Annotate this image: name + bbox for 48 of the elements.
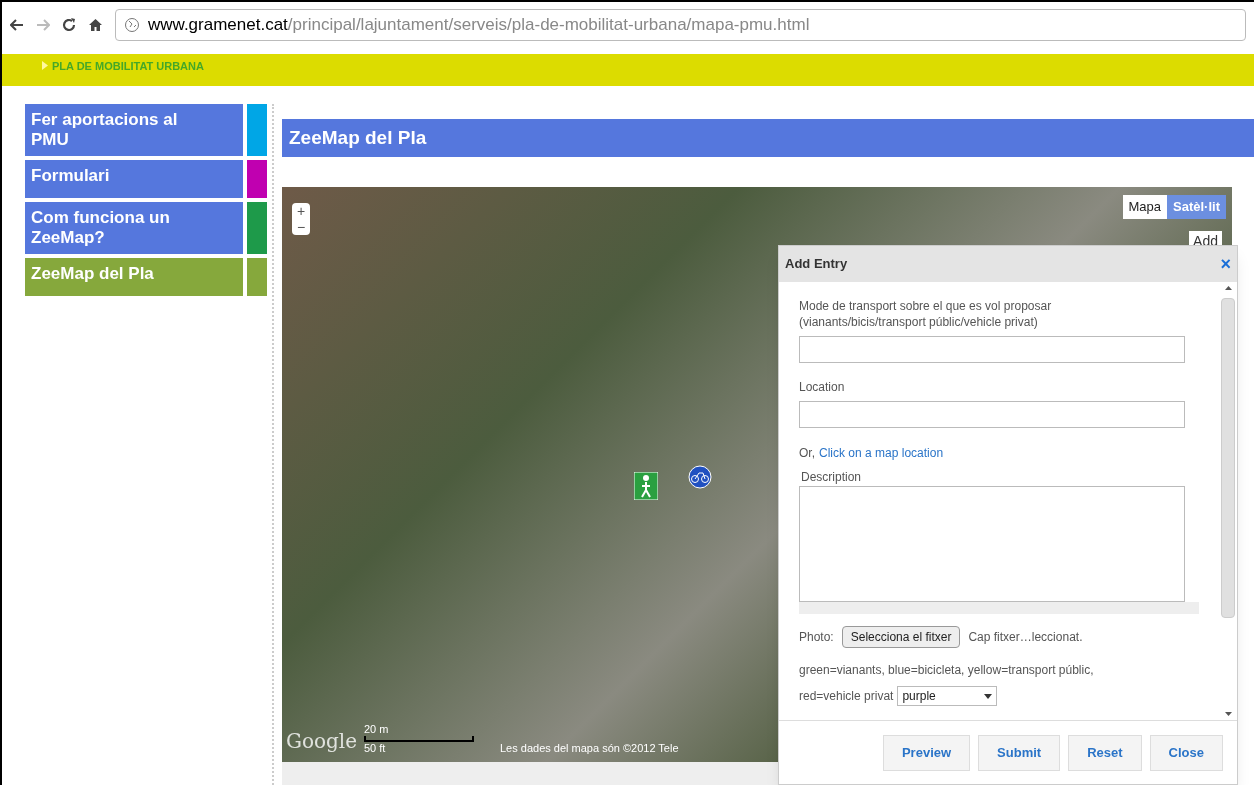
text-input[interactable]: [799, 336, 1185, 363]
file-status: Cap fitxer…leccionat.: [968, 629, 1083, 646]
description-textarea[interactable]: [799, 486, 1185, 602]
file-chooser-button[interactable]: Selecciona el fitxer: [841, 626, 961, 648]
url-text: www.gramenet.cat/principal/lajuntament/serveis/pla-de-mobilitat-urbana/mapa-pmu.html: [148, 14, 810, 37]
dialog-title: Add Entry: [785, 255, 848, 274]
pedestrian-marker-icon: [634, 472, 658, 500]
text-input[interactable]: [799, 401, 1185, 428]
triangle-icon: [42, 61, 48, 70]
sidebar-item[interactable]: Fer aportacions al PMU: [25, 104, 243, 156]
sidebar-item[interactable]: Formulari: [25, 160, 243, 198]
zoom-in-button[interactable]: +: [292, 203, 310, 219]
field-label: Mode de transport sobre el que es vol proposar (vianants/bicis/transport públic/vehicle privat): [799, 298, 1053, 330]
forward-arrow-icon[interactable]: [36, 19, 50, 31]
map-type-tab[interactable]: Satèl·lit: [1167, 195, 1226, 219]
legend-text: red=vehicle privat: [799, 688, 894, 705]
color-select[interactable]: purple: [897, 686, 998, 706]
photo-label: Photo:: [799, 629, 834, 646]
sidebar-item[interactable]: Com funciona un ZeeMap?: [25, 202, 243, 254]
scrollbar-thumb[interactable]: [1221, 298, 1235, 618]
field-label: Location: [799, 379, 846, 395]
scroll-up-icon[interactable]: [1224, 286, 1232, 290]
map-attribution: Les dades del mapa són ©2012 Tele: [500, 740, 679, 756]
bicycle-marker-icon: [688, 465, 712, 489]
dialog-button[interactable]: Preview: [882, 734, 971, 771]
address-bar[interactable]: www.gramenet.cat/principal/lajuntament/serveis/pla-de-mobilitat-urbana/mapa-pmu.html: [115, 9, 1246, 41]
sidebar-item[interactable]: ZeeMap del Pla: [25, 258, 243, 296]
back-arrow-icon[interactable]: [10, 19, 24, 31]
caret-icon: [984, 693, 993, 699]
close-button[interactable]: ×: [1220, 255, 1231, 273]
map-location-link[interactable]: Click on a map location: [819, 444, 944, 462]
resize-handle[interactable]: [799, 602, 1199, 614]
zoom-out-button[interactable]: −: [292, 219, 310, 235]
scale-label: 50 ft: [364, 742, 387, 756]
dialog-button[interactable]: Submit: [978, 734, 1061, 771]
section-title: ZeeMap del Pla: [282, 119, 1254, 157]
reload-icon[interactable]: [62, 18, 76, 32]
dialog-button[interactable]: Close: [1149, 734, 1223, 771]
or-label: Or,: [799, 445, 815, 462]
field-label: Description: [800, 469, 863, 486]
map-logo: Google: [286, 728, 358, 755]
globe-icon: [124, 17, 140, 33]
dialog-button[interactable]: Reset: [1068, 734, 1142, 771]
home-icon[interactable]: [88, 18, 103, 32]
legend-text: green=vianants, blue=bicicleta, yellow=transport públic,: [799, 662, 1095, 679]
scroll-down-icon[interactable]: [1224, 712, 1232, 716]
map-type-tab[interactable]: Mapa: [1122, 195, 1168, 219]
scale-label: 20 m: [364, 722, 390, 737]
